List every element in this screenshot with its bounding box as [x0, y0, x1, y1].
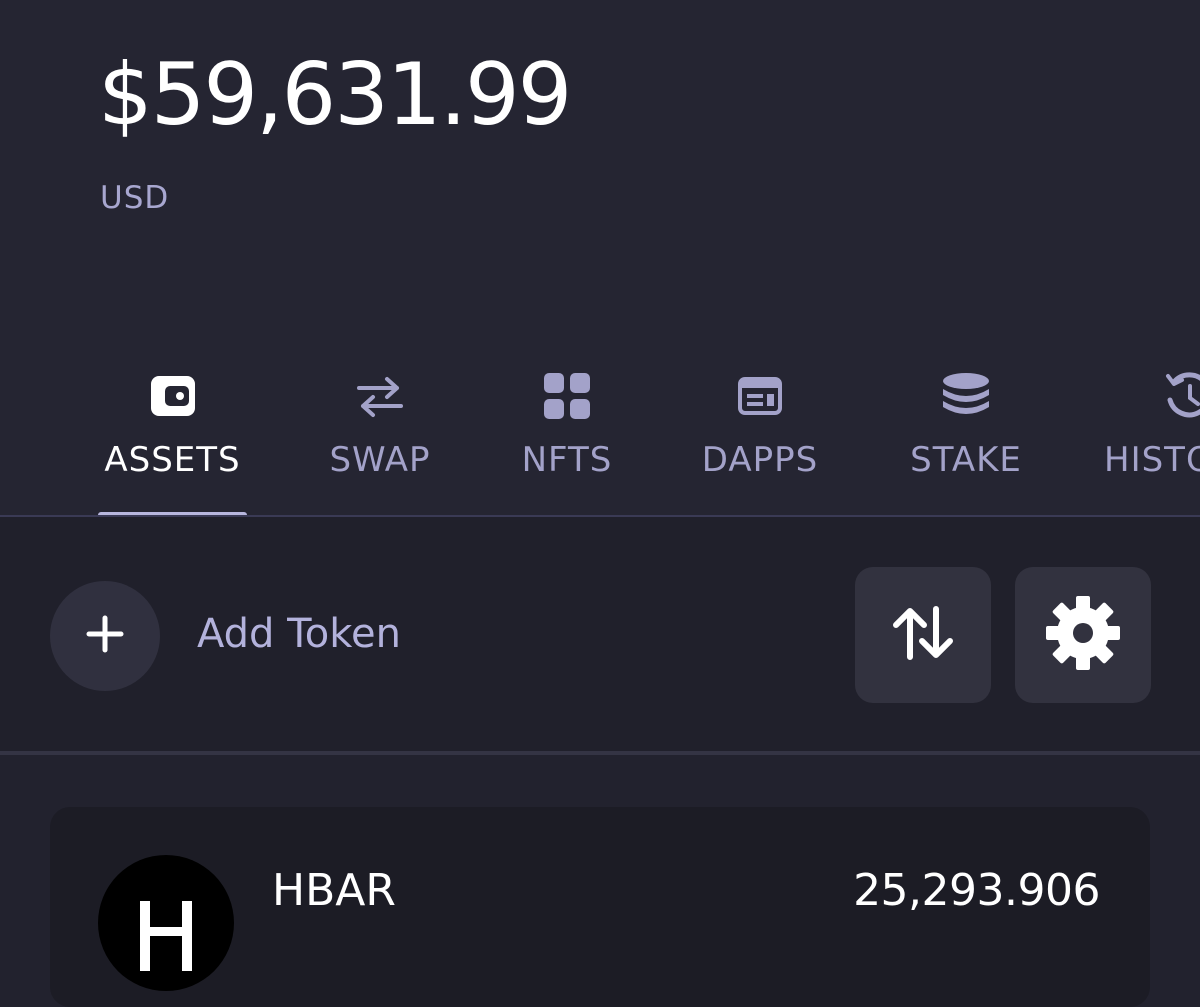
balance-header: $59,631.99 USD ASSETS SWAP NFTS DAPPS ST…: [0, 0, 1200, 516]
history-icon: [1162, 370, 1200, 422]
tab-assets[interactable]: ASSETS: [98, 360, 247, 516]
tab-label: ASSETS: [104, 440, 241, 480]
asset-actions-bar: Add Token: [0, 517, 1200, 751]
tab-swap[interactable]: SWAP: [318, 360, 442, 516]
tab-label: DAPPS: [701, 440, 819, 480]
token-symbol: HBAR: [272, 865, 396, 916]
tab-label: NFTS: [521, 440, 613, 480]
hbar-logo-icon: [98, 855, 234, 991]
balance-currency: USD: [100, 180, 170, 216]
total-balance: $59,631.99: [98, 45, 572, 145]
tab-nfts[interactable]: NFTS: [514, 360, 620, 516]
tab-dapps[interactable]: DAPPS: [690, 360, 830, 516]
swap-arrows-icon: [354, 370, 406, 422]
token-balance: 25,293.906: [853, 865, 1100, 916]
browser-window-icon: [734, 370, 786, 422]
settings-button[interactable]: [1015, 567, 1151, 703]
wallet-icon: [147, 370, 199, 422]
grid-icon: [541, 370, 593, 422]
coin-stack-icon: [940, 370, 992, 422]
token-list: HBAR 25,293.906: [0, 755, 1200, 1007]
add-token-button[interactable]: [50, 581, 160, 691]
sort-button[interactable]: [855, 567, 991, 703]
plus-icon: [85, 614, 125, 658]
token-row-hbar[interactable]: HBAR 25,293.906: [50, 807, 1150, 1007]
tab-label: STAKE: [910, 440, 1022, 480]
tab-label: HISTO: [1104, 440, 1200, 480]
add-token-label[interactable]: Add Token: [197, 611, 401, 657]
gear-icon: [1045, 595, 1121, 675]
sort-arrows-icon: [890, 605, 956, 665]
tab-history[interactable]: HISTO: [1104, 360, 1200, 516]
tab-bar: ASSETS SWAP NFTS DAPPS STAKE HIST: [0, 360, 1200, 516]
tab-stake[interactable]: STAKE: [902, 360, 1030, 516]
tab-label: SWAP: [329, 440, 431, 480]
